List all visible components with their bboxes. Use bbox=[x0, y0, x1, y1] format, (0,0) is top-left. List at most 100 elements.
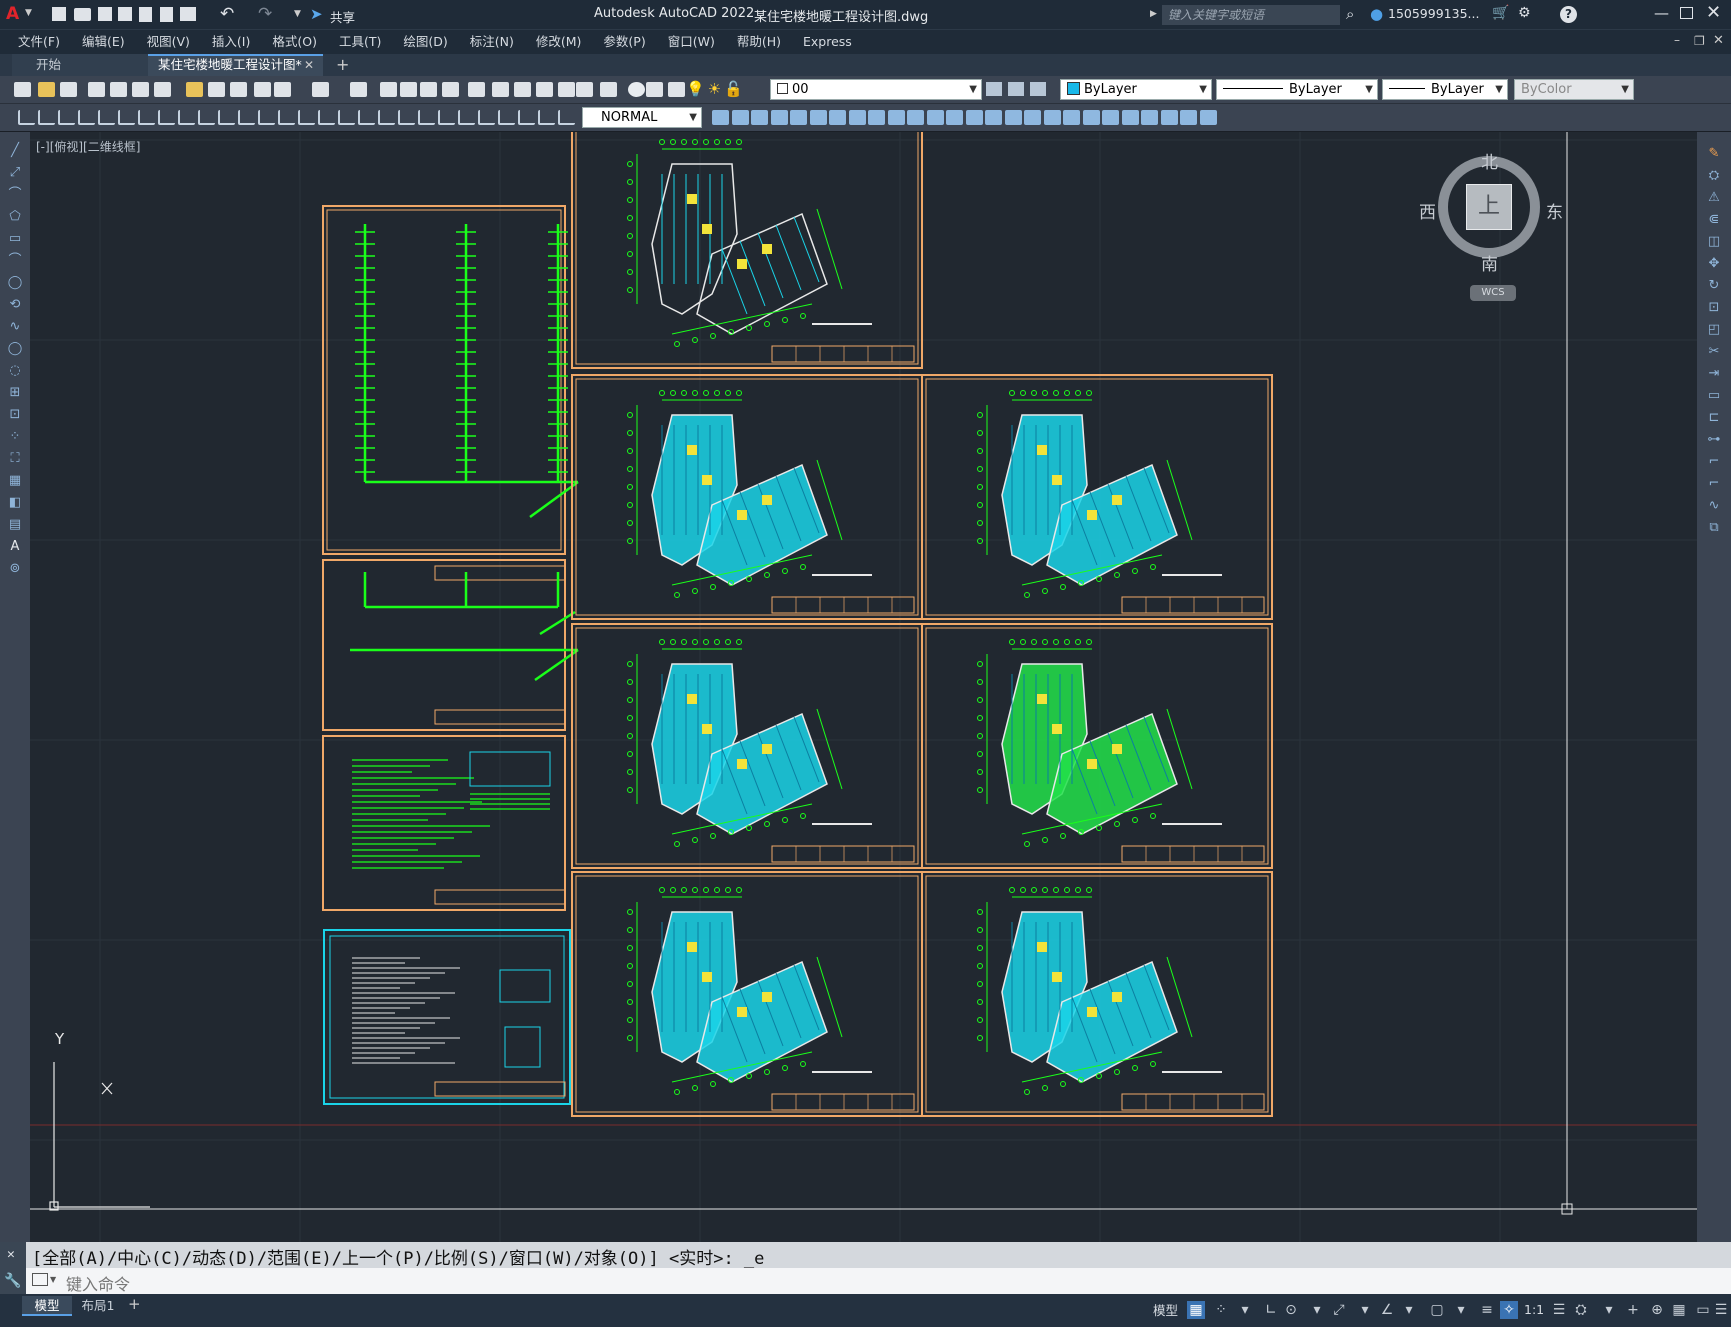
color-dropdown[interactable]: ByLayer ▼ bbox=[1060, 79, 1212, 100]
open-web-icon[interactable] bbox=[139, 7, 152, 22]
menu-item-10[interactable]: 窗口(W) bbox=[657, 30, 726, 54]
autocad-logo-icon[interactable]: A bbox=[6, 4, 22, 24]
save-web-icon[interactable] bbox=[160, 7, 173, 22]
status-toggle-18-icon[interactable]: ⊕ bbox=[1648, 1301, 1666, 1319]
draw-tool-8-icon[interactable]: ∿ bbox=[7, 320, 23, 334]
toolbar2-tool-31-icon[interactable] bbox=[770, 110, 788, 125]
toolbar1-tool-1-icon[interactable] bbox=[38, 82, 55, 97]
toolbar2-tool-30-icon[interactable] bbox=[751, 110, 768, 125]
draw-tool-14-icon[interactable]: ⛶ bbox=[7, 452, 23, 466]
toolbar2-tool-14-icon[interactable] bbox=[298, 110, 315, 125]
toolbar2-tool-43-icon[interactable] bbox=[1004, 110, 1022, 125]
match-layer-icon[interactable] bbox=[986, 82, 1002, 96]
viewcube-south[interactable]: 南 bbox=[1481, 250, 1498, 275]
toolbar2-tool-26-icon[interactable] bbox=[538, 110, 555, 125]
wcs-menu[interactable]: WCS bbox=[1470, 285, 1516, 301]
toolbar2-tool-53-icon[interactable] bbox=[1199, 110, 1217, 125]
add-layout-button[interactable]: + bbox=[128, 1295, 141, 1313]
toolbar2-tool-1-icon[interactable] bbox=[38, 110, 55, 125]
modify-tool-12-icon[interactable]: ⊏ bbox=[1705, 410, 1723, 426]
share-icon[interactable]: ➤ bbox=[310, 5, 323, 23]
status-toggle-16-icon[interactable]: ▾ bbox=[1600, 1301, 1618, 1319]
modify-tool-4-icon[interactable]: ◫ bbox=[1705, 234, 1723, 250]
previous-layer-icon[interactable] bbox=[1008, 82, 1024, 96]
status-toggle-8-icon[interactable]: ∠ bbox=[1378, 1301, 1396, 1319]
modify-tool-14-icon[interactable]: ⌐ bbox=[1705, 454, 1723, 470]
qat-dropdown-icon[interactable]: ▼ bbox=[294, 9, 301, 19]
menu-item-1[interactable]: 编辑(E) bbox=[71, 30, 136, 54]
draw-tool-6-icon[interactable]: ◯ bbox=[7, 276, 23, 290]
toolbar1-tool-10-icon[interactable] bbox=[254, 82, 271, 97]
toolbar1-tool-22-icon[interactable] bbox=[558, 82, 575, 97]
toolbar1-tool-5-icon[interactable] bbox=[132, 82, 149, 97]
modify-tool-8-icon[interactable]: ◰ bbox=[1705, 322, 1723, 338]
toolbar2-tool-50-icon[interactable] bbox=[1141, 110, 1158, 125]
toolbar2-tool-10-icon[interactable] bbox=[218, 110, 235, 125]
status-toggle-2-icon[interactable]: ▾ bbox=[1236, 1301, 1254, 1319]
toolbar2-tool-11-icon[interactable] bbox=[238, 110, 255, 125]
tab-layout1[interactable]: 布局1 bbox=[72, 1296, 124, 1316]
draw-tool-4-icon[interactable]: ▭ bbox=[7, 232, 23, 246]
toolbar2-tool-16-icon[interactable] bbox=[338, 110, 355, 125]
dimstyle-dropdown[interactable]: NORMAL ▼ bbox=[582, 107, 702, 128]
toolbar2-tool-12-icon[interactable] bbox=[258, 110, 275, 125]
status-toggle-4-icon[interactable]: ⊙ bbox=[1282, 1301, 1300, 1319]
menu-item-12[interactable]: Express bbox=[792, 30, 863, 54]
toolbar2-tool-15-icon[interactable] bbox=[318, 110, 335, 125]
toolbar1-tool-27-icon[interactable] bbox=[668, 82, 685, 97]
toolbar1-tool-6-icon[interactable] bbox=[154, 82, 171, 97]
status-toggle-14-icon[interactable]: ☰ bbox=[1550, 1301, 1568, 1319]
toolbar2-tool-4-icon[interactable] bbox=[98, 110, 115, 125]
autodesk-app-icon[interactable]: ⚙ bbox=[1518, 5, 1531, 21]
toolbar2-tool-3-icon[interactable] bbox=[78, 110, 95, 125]
plot-icon[interactable] bbox=[180, 7, 196, 21]
close-icon[interactable]: ✕ bbox=[1706, 2, 1721, 23]
share-button[interactable]: 共享 bbox=[330, 7, 355, 26]
toolbar1-tool-11-icon[interactable] bbox=[274, 82, 291, 97]
toolbar2-tool-21-icon[interactable] bbox=[438, 110, 455, 125]
draw-tool-11-icon[interactable]: ⊞ bbox=[7, 386, 23, 400]
menu-item-6[interactable]: 绘图(D) bbox=[392, 30, 458, 54]
draw-tool-10-icon[interactable]: ◌ bbox=[7, 364, 23, 378]
modify-tool-10-icon[interactable]: ⇥ bbox=[1705, 366, 1723, 382]
draw-tool-15-icon[interactable]: ▦ bbox=[7, 474, 23, 488]
toolbar2-tool-42-icon[interactable] bbox=[985, 110, 1002, 125]
toolbar2-tool-44-icon[interactable] bbox=[1024, 110, 1041, 125]
toolbar1-tool-4-icon[interactable] bbox=[110, 82, 127, 97]
toolbar2-tool-19-icon[interactable] bbox=[398, 110, 415, 125]
toolbar1-tool-8-icon[interactable] bbox=[208, 82, 225, 97]
command-close-icon[interactable]: ✕ bbox=[7, 1247, 15, 1262]
toolbar2-tool-29-icon[interactable] bbox=[731, 110, 749, 125]
cart-icon[interactable]: 🛒 bbox=[1492, 5, 1509, 21]
layer-dropdown[interactable]: 00 ▼ bbox=[770, 79, 982, 100]
modify-tool-9-icon[interactable]: ✂ bbox=[1705, 344, 1723, 360]
status-toggle-3-icon[interactable]: ∟ bbox=[1262, 1301, 1280, 1319]
layer-state-icons[interactable]: 💡☀🔓 bbox=[686, 80, 766, 100]
menu-item-2[interactable]: 视图(V) bbox=[136, 30, 201, 54]
toolbar2-tool-39-icon[interactable] bbox=[926, 110, 944, 125]
menu-item-9[interactable]: 参数(P) bbox=[592, 30, 656, 54]
tab-model[interactable]: 模型 bbox=[22, 1296, 72, 1316]
modify-tool-0-icon[interactable]: ✎ bbox=[1705, 146, 1723, 162]
status-toggle-20-icon[interactable]: ▭ bbox=[1694, 1301, 1712, 1319]
draw-tool-0-icon[interactable]: ╱ bbox=[7, 144, 23, 158]
toolbar1-tool-25-icon[interactable] bbox=[628, 82, 645, 97]
draw-tool-5-icon[interactable]: ⌒ bbox=[7, 254, 23, 268]
toolbar2-tool-46-icon[interactable] bbox=[1063, 110, 1080, 125]
toolbar2-tool-52-icon[interactable] bbox=[1180, 110, 1197, 125]
new-tab-button[interactable]: + bbox=[336, 55, 349, 74]
modify-tool-11-icon[interactable]: ▭ bbox=[1705, 388, 1723, 404]
redo-icon[interactable]: ↷ bbox=[258, 4, 272, 24]
modify-tool-6-icon[interactable]: ↻ bbox=[1705, 278, 1723, 294]
status-toggle-6-icon[interactable]: ⤢ bbox=[1330, 1301, 1348, 1319]
toolbar2-tool-41-icon[interactable] bbox=[965, 110, 983, 125]
menu-item-5[interactable]: 工具(T) bbox=[328, 30, 392, 54]
doc-minimize-icon[interactable]: – bbox=[1674, 33, 1680, 47]
toolbar2-tool-25-icon[interactable] bbox=[518, 110, 535, 125]
draw-tool-13-icon[interactable]: ⁘ bbox=[7, 430, 23, 444]
help-icon[interactable]: ? bbox=[1560, 6, 1577, 23]
command-settings-icon[interactable]: 🔧 bbox=[0, 1268, 26, 1294]
status-toggle-0-icon[interactable]: ▦ bbox=[1187, 1301, 1205, 1319]
drawing-canvas[interactable]: [-][俯视][二维线框] Y 上 北 南 西 东 WCS bbox=[30, 132, 1697, 1242]
tab-start[interactable]: 开始 bbox=[12, 54, 148, 76]
